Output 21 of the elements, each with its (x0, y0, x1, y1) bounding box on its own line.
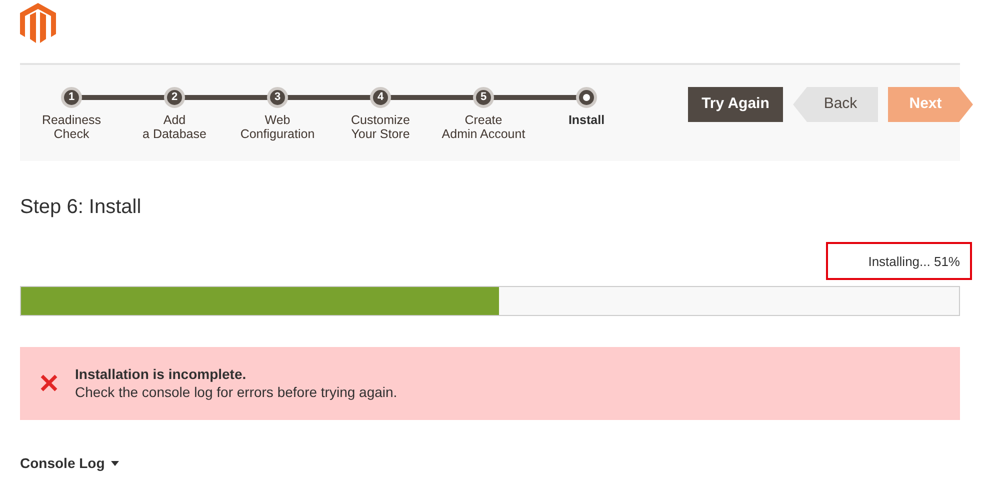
progress-status: Installing... 51% (826, 242, 972, 280)
step-label: Create Admin Account (442, 113, 526, 141)
step-label: Add a Database (142, 113, 206, 141)
logo-icon (20, 3, 56, 43)
step-marker: 4 (370, 87, 391, 108)
alert-message: Check the console log for errors before trying again. (75, 383, 398, 401)
error-icon (40, 374, 58, 392)
step-marker: 5 (473, 87, 494, 108)
caret-icon (110, 460, 119, 466)
step-marker: 2 (164, 87, 185, 108)
step-marker: 1 (61, 87, 82, 108)
back-button[interactable]: Back (793, 87, 878, 122)
step-label: Customize Your Store (350, 113, 410, 141)
alert-heading: Installation is incomplete. (75, 365, 248, 383)
step-label: Install (568, 113, 605, 127)
step-label: Readiness Check (42, 113, 102, 141)
console-log-toggle[interactable]: Console Log (20, 452, 119, 474)
step-label: Web Configuration (240, 113, 315, 141)
try-again-button[interactable]: Try Again (688, 87, 783, 122)
step-marker: 3 (267, 87, 288, 108)
step-title: Step 6: Install (20, 195, 142, 220)
